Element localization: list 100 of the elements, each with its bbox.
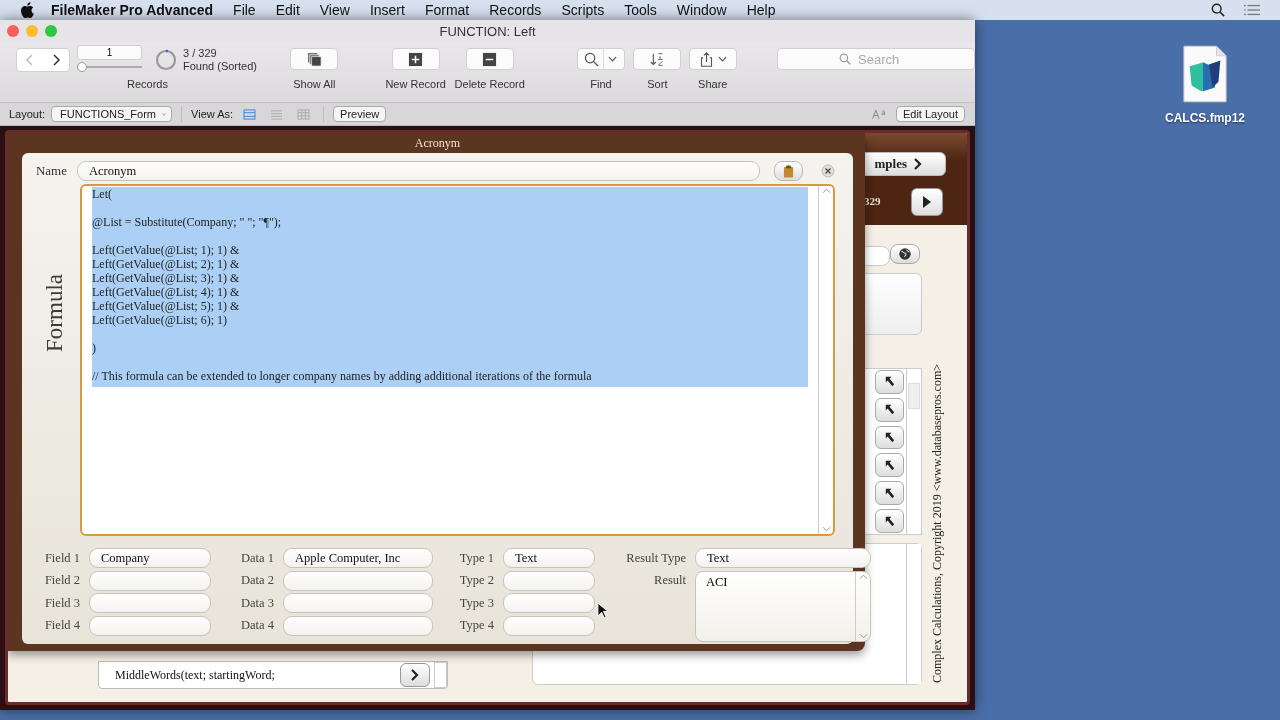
arrow-up-left-icon [883,431,896,445]
apple-icon[interactable] [20,2,34,18]
menu-item[interactable]: Scripts [561,2,605,18]
file-name[interactable]: CALCS.fmp12 [1165,111,1245,125]
data-label: Data 4 [240,618,274,633]
scrollbar[interactable] [906,369,921,534]
field-name-field[interactable] [89,615,211,636]
new-button[interactable] [391,48,440,70]
chevron-right-icon [410,668,420,682]
scroll-down-icon[interactable] [821,526,831,532]
progress-ring-icon [155,49,177,71]
globe-button[interactable] [890,244,920,264]
menu-item[interactable]: Tools [624,2,657,18]
field-label: Field 3 [43,595,80,611]
caret-icon[interactable] [608,56,618,62]
menu-item[interactable]: Format [424,2,470,18]
text-size-icon[interactable] [871,108,886,120]
show-all-button[interactable] [290,48,339,70]
insert-button[interactable] [875,481,904,506]
share-icon [698,51,714,67]
search-field[interactable]: Search [777,48,975,70]
menu-item[interactable]: File [233,2,256,18]
go-button[interactable] [400,663,430,687]
data-field[interactable]: Apple Computer, Inc [283,548,433,568]
menu-item[interactable]: Window [676,2,727,18]
find-button[interactable] [576,48,625,70]
insert-button[interactable] [875,397,904,422]
insert-button[interactable] [875,509,904,533]
search-icon[interactable] [1211,3,1225,17]
type-field[interactable]: Text [503,548,595,568]
function-entry-field[interactable]: MiddleWords(text; startingWord; [98,661,448,689]
toolbar-label: Find [590,78,612,90]
form-view-icon[interactable] [243,108,257,120]
sort-icon [649,51,665,67]
data-field[interactable] [283,570,433,591]
toolbar-label: Show All [293,78,336,90]
sort-button[interactable] [633,48,682,70]
data-field[interactable] [283,615,433,636]
formula-field[interactable] [80,184,835,536]
copyright-text: Complex Calculations, Copyright 2019 <www.databasepros.com> [930,362,945,683]
result-type-label: Result Type [625,550,686,566]
field-label: Field 2 [43,573,80,588]
menu-item[interactable]: Edit [275,2,300,18]
document-icon[interactable] [1182,45,1228,103]
data-field[interactable] [283,593,433,613]
list-view-icon[interactable] [270,108,284,120]
menu-item[interactable]: Insert [369,2,405,18]
view-as-label: View As: [191,108,234,120]
arrow-up-left-icon [883,486,896,500]
name-field[interactable]: Acronym [77,161,760,181]
stacked-pages-icon [306,51,322,67]
menu-item[interactable]: Help [746,2,776,18]
close-icon[interactable] [821,164,835,178]
scroll-up-icon[interactable] [821,188,831,194]
name-label: Name [34,163,67,179]
next-button[interactable] [911,188,943,216]
scrollbar[interactable] [818,186,833,534]
minus-icon [482,51,498,67]
popup-title: Acronym [413,135,462,152]
field-name-field[interactable] [89,593,211,613]
data-label: Data 2 [240,573,274,588]
plus-icon [408,51,424,67]
edit-layout-button[interactable]: Edit Layout [895,106,965,122]
type-field[interactable] [503,615,595,636]
app-menu[interactable]: FileMaker Pro Advanced [51,2,214,18]
caret-icon[interactable] [717,56,727,62]
scrollbar[interactable] [855,571,870,641]
type-field[interactable] [503,593,595,613]
zoom-button[interactable] [45,25,57,37]
insert-button[interactable] [875,453,904,478]
type-field[interactable] [503,570,595,591]
result-type-field[interactable]: Text [695,548,871,568]
scroll-down-icon[interactable] [858,632,868,639]
share-button[interactable] [688,48,737,70]
arrow-up-left-icon [883,514,896,528]
field-name-field[interactable]: Company [89,548,211,568]
result-field[interactable]: ACI [695,570,871,642]
table-view-icon[interactable] [297,108,311,120]
list-icon[interactable] [1244,3,1260,17]
scrollbar[interactable] [434,662,447,688]
preview-button[interactable]: Preview [333,106,387,122]
found-status: Found (Sorted) [183,60,257,73]
toolbar-label: Sort [647,78,668,90]
layout-dropdown[interactable]: FUNCTIONS_Form [51,106,173,122]
field-label: Field 1 [43,550,80,566]
close-button[interactable] [7,25,19,37]
insert-button[interactable] [875,370,904,394]
record-slider[interactable] [77,61,87,72]
data-label: Data 3 [240,595,274,611]
record-number-field[interactable]: 1 [77,44,142,60]
menu-item[interactable]: View [319,2,350,18]
delete-button[interactable] [465,48,514,70]
scroll-up-icon[interactable] [858,573,868,580]
toolbar-label: Records [127,78,168,90]
insert-button[interactable] [875,425,904,450]
scrollbar[interactable] [906,544,921,684]
chevron-right-icon [913,157,923,171]
menu-item[interactable]: Records [489,2,542,18]
field-name-field[interactable] [89,570,211,591]
copy-button[interactable] [774,161,803,181]
